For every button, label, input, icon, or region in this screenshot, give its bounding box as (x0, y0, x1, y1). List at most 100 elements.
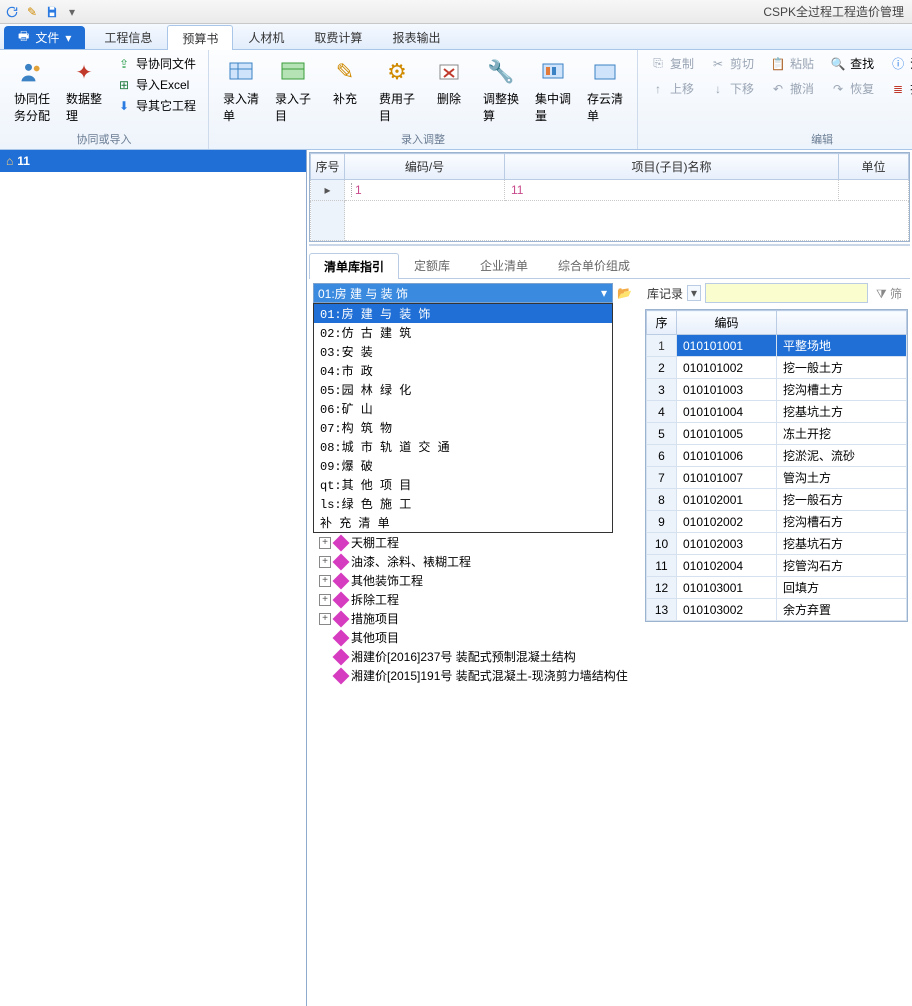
import-excel-button[interactable]: ⊞导入Excel (112, 75, 200, 94)
dropdown-option[interactable]: 04:市 政 (314, 361, 612, 380)
top-grid-row[interactable]: ▸ 1 11 (311, 180, 909, 201)
top-grid-header-code[interactable]: 编码/号 (345, 154, 505, 180)
note-button[interactable]: ⓘ注释 (886, 54, 912, 73)
tree-leaf[interactable]: 湘建价[2015]191号 装配式混凝土-现浇剪力墙结构住 (319, 666, 639, 685)
expand-icon[interactable]: + (319, 556, 331, 568)
adjust-swap-label: 调整换算 (483, 90, 519, 124)
find-button[interactable]: 🔍查找 (826, 54, 878, 73)
dropdown-option[interactable]: 09:爆 破 (314, 456, 612, 475)
top-grid-header-unit[interactable]: 单位 (839, 154, 909, 180)
export-coop-file-button[interactable]: ⇪导协同文件 (112, 54, 200, 73)
tree-node[interactable]: +天棚工程 (319, 533, 639, 552)
items-grid-row[interactable]: 13010103002余方弃置 (647, 599, 907, 621)
items-grid-cell-seq: 1 (647, 335, 677, 357)
tree-node[interactable]: +其他装饰工程 (319, 571, 639, 590)
tab-quotalib[interactable]: 定额库 (399, 252, 465, 278)
file-menu-button[interactable]: 🖶 文件 ▾ (4, 26, 85, 49)
paste-button[interactable]: 📋粘贴 (766, 54, 818, 73)
enter-list-label: 录入清单 (223, 90, 259, 124)
import-other-project-button[interactable]: ⬇导其它工程 (112, 96, 200, 115)
cut-button[interactable]: ✂剪切 (706, 54, 758, 73)
items-grid-row[interactable]: 11010102004挖管沟石方 (647, 555, 907, 577)
items-grid-cell-code: 010103001 (677, 577, 777, 599)
items-grid-row[interactable]: 9010102002挖沟槽石方 (647, 511, 907, 533)
lib-search-input[interactable] (705, 283, 868, 303)
tree-leaf[interactable]: 其他项目 (319, 628, 639, 647)
items-grid-header-code[interactable]: 编码 (677, 311, 777, 335)
dropdown-option[interactable]: 07:构 筑 物 (314, 418, 612, 437)
adjust-swap-button[interactable]: 🔧调整换算 (477, 54, 525, 126)
dropdown-option[interactable]: 补 充 清 单 (314, 513, 612, 532)
task-assign-button[interactable]: 协同任务分配 (8, 54, 56, 126)
chevron-down-icon[interactable]: ▾ (687, 285, 701, 301)
items-grid-row[interactable]: 5010101005冻土开挖 (647, 423, 907, 445)
tree-node[interactable]: +拆除工程 (319, 590, 639, 609)
top-grid-header-name[interactable]: 项目(子目)名称 (505, 154, 839, 180)
menu-tab-report[interactable]: 报表输出 (377, 24, 455, 49)
collapse-button[interactable]: ≣折叠 (886, 79, 912, 98)
expand-icon[interactable]: + (319, 613, 331, 625)
dropdown-option[interactable]: 05:园 林 绿 化 (314, 380, 612, 399)
move-down-button[interactable]: ↓下移 (706, 79, 758, 98)
top-grid-cell-seq[interactable]: 1 (345, 180, 505, 201)
category-combo-input[interactable] (313, 283, 613, 303)
dropdown-option[interactable]: ls:绿 色 施 工 (314, 494, 612, 513)
redo-button[interactable]: ↷恢复 (826, 79, 878, 98)
expand-icon[interactable]: + (319, 537, 331, 549)
tree-node[interactable]: +油漆、涂料、裱糊工程 (319, 552, 639, 571)
tab-enterprise-list[interactable]: 企业清单 (465, 252, 543, 278)
enter-subitem-button[interactable]: 录入子目 (269, 54, 317, 126)
items-grid-row[interactable]: 7010101007管沟土方 (647, 467, 907, 489)
items-grid-row[interactable]: 3010101003挖沟槽土方 (647, 379, 907, 401)
dropdown-option[interactable]: 06:矿 山 (314, 399, 612, 418)
batch-adjust-button[interactable]: 集中调量 (529, 54, 577, 126)
tree-leaf[interactable]: 湘建价[2016]237号 装配式预制混凝土结构 (319, 647, 639, 666)
items-grid-header-seq[interactable]: 序 (647, 311, 677, 335)
tab-unit-price-comp[interactable]: 综合单价组成 (543, 252, 645, 278)
delete-button[interactable]: 删除 (425, 54, 473, 109)
items-grid-row[interactable]: 1010101001平整场地 (647, 335, 907, 357)
edit-icon[interactable]: ✎ (24, 4, 40, 20)
items-grid-row[interactable]: 10010102003挖基坑石方 (647, 533, 907, 555)
category-combo[interactable]: ▾ 01:房 建 与 装 饰 02:仿 古 建 筑 03:安 装 04:市 政 … (313, 283, 613, 303)
data-tidy-button[interactable]: ✦ 数据整理 (60, 54, 108, 126)
menu-tab-project-info[interactable]: 工程信息 (89, 24, 167, 49)
expand-icon[interactable]: + (319, 575, 331, 587)
items-grid-header-name[interactable] (777, 311, 907, 335)
dropdown-option[interactable]: 03:安 装 (314, 342, 612, 361)
menu-tab-materials[interactable]: 人材机 (233, 24, 299, 49)
horizontal-splitter[interactable] (309, 244, 910, 246)
left-tree-root-label[interactable]: 11 (17, 154, 30, 168)
items-grid-row[interactable]: 4010101004挖基坑土方 (647, 401, 907, 423)
tree-node[interactable]: +措施项目 (319, 609, 639, 628)
items-grid-row[interactable]: 2010101002挖一般土方 (647, 357, 907, 379)
top-grid-cell-unit[interactable] (839, 180, 909, 201)
items-grid-row[interactable]: 6010101006挖淤泥、流砂 (647, 445, 907, 467)
folder-open-icon[interactable]: 📂 (617, 286, 632, 300)
items-grid-row[interactable]: 12010103001回填方 (647, 577, 907, 599)
fee-subitem-button[interactable]: ⚙费用子目 (373, 54, 421, 126)
expand-icon[interactable]: + (319, 594, 331, 606)
items-grid-cell-seq: 9 (647, 511, 677, 533)
row-indicator-icon: ▸ (311, 180, 345, 201)
save-icon[interactable] (44, 4, 60, 20)
tab-listlib-guide[interactable]: 清单库指引 (309, 253, 399, 279)
dropdown-option[interactable]: 02:仿 古 建 筑 (314, 323, 612, 342)
top-grid-header-seq[interactable]: 序号 (311, 154, 345, 180)
undo-button[interactable]: ↶撤消 (766, 79, 818, 98)
save-cloud-button[interactable]: 存云清单 (581, 54, 629, 126)
dropdown-icon[interactable]: ▾ (64, 4, 80, 20)
refresh-icon[interactable] (4, 4, 20, 20)
enter-list-button[interactable]: 录入清单 (217, 54, 265, 126)
dropdown-option[interactable]: qt:其 他 项 目 (314, 475, 612, 494)
dropdown-option[interactable]: 01:房 建 与 装 饰 (314, 304, 612, 323)
dropdown-option[interactable]: 08:城 市 轨 道 交 通 (314, 437, 612, 456)
menu-tab-fee-calc[interactable]: 取费计算 (299, 24, 377, 49)
filter-icon[interactable]: ⧩ 筛 (872, 285, 906, 302)
items-grid-row[interactable]: 8010102001挖一般石方 (647, 489, 907, 511)
copy-button[interactable]: ⎘复制 (646, 54, 698, 73)
move-up-button[interactable]: ↑上移 (646, 79, 698, 98)
top-grid-cell-code[interactable]: 11 (505, 180, 839, 201)
menu-tab-budget[interactable]: 预算书 (167, 25, 233, 50)
supplement-button[interactable]: ✎补充 (321, 54, 369, 109)
